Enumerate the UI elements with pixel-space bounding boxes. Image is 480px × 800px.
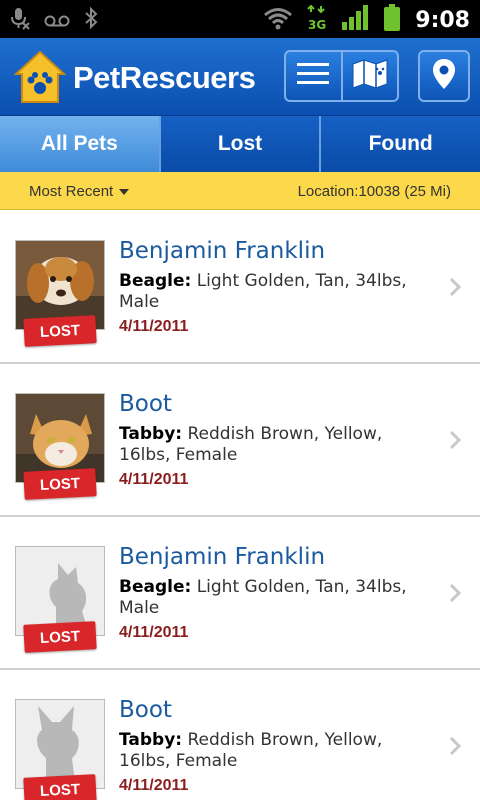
list-item[interactable]: LOST Benjamin Franklin Beagle: Light Gol… bbox=[0, 517, 480, 670]
chevron-right-icon bbox=[448, 277, 462, 297]
view-toggle-group bbox=[284, 50, 399, 102]
filter-tabs: All Pets Lost Found bbox=[0, 116, 480, 172]
pet-date: 4/11/2011 bbox=[119, 777, 189, 794]
pet-description: Tabby: Reddish Brown, Yellow, 16lbs, Fem… bbox=[119, 424, 419, 466]
pet-name: Benjamin Franklin bbox=[119, 238, 326, 264]
pet-list: LOST Benjamin Franklin Beagle: Light Gol… bbox=[0, 211, 480, 800]
svg-text:3G: 3G bbox=[308, 18, 326, 32]
pet-name: Boot bbox=[119, 391, 172, 417]
location-button[interactable] bbox=[418, 50, 470, 102]
battery-icon bbox=[383, 4, 401, 37]
tab-all-pets[interactable]: All Pets bbox=[0, 116, 161, 172]
list-item[interactable]: LOST Boot Tabby: Reddish Brown, Yellow, … bbox=[0, 364, 480, 517]
pet-breed: Beagle: bbox=[119, 577, 192, 597]
tab-found[interactable]: Found bbox=[321, 116, 480, 172]
lost-badge: LOST bbox=[23, 315, 97, 347]
location-pin-icon bbox=[432, 58, 456, 95]
wifi-icon bbox=[263, 6, 293, 35]
pet-name: Benjamin Franklin bbox=[119, 544, 326, 570]
pet-description: Beagle: Light Golden, Tan, 34lbs, Male bbox=[119, 271, 419, 313]
house-logo-icon bbox=[13, 50, 67, 104]
tab-lost[interactable]: Lost bbox=[160, 116, 322, 172]
pet-date: 4/11/2011 bbox=[119, 318, 189, 335]
filter-bar: Most Recent Location:10038 (25 Mi) bbox=[0, 172, 480, 210]
list-item[interactable]: LOST Boot Tabby: Reddish Brown, Yellow, … bbox=[0, 670, 480, 800]
chevron-right-icon bbox=[448, 583, 462, 603]
pet-name: Boot bbox=[119, 697, 172, 723]
voicemail-icon bbox=[44, 9, 70, 35]
sort-label: Most Recent bbox=[29, 183, 114, 200]
lost-badge: LOST bbox=[23, 468, 97, 500]
location-label[interactable]: Location:10038 (25 Mi) bbox=[298, 183, 451, 200]
caret-down-icon bbox=[119, 188, 130, 195]
pet-date: 4/11/2011 bbox=[119, 471, 189, 488]
status-bar: 3G 9:08 bbox=[0, 0, 480, 38]
chevron-right-icon bbox=[448, 736, 462, 756]
pet-breed: Tabby: bbox=[119, 424, 183, 444]
lost-badge: LOST bbox=[23, 774, 97, 800]
map-view-button[interactable] bbox=[340, 52, 398, 100]
app-header: PetRescuers bbox=[0, 38, 480, 116]
pet-description: Beagle: Light Golden, Tan, 34lbs, Male bbox=[119, 577, 419, 619]
lost-badge: LOST bbox=[23, 621, 97, 653]
bluetooth-icon bbox=[84, 6, 98, 37]
map-icon bbox=[352, 58, 388, 94]
pet-date: 4/11/2011 bbox=[119, 624, 189, 641]
chevron-right-icon bbox=[448, 430, 462, 450]
pet-breed: Beagle: bbox=[119, 271, 192, 291]
app-title: PetRescuers bbox=[73, 60, 256, 95]
list-view-button[interactable] bbox=[286, 52, 341, 100]
clock-time: 9:08 bbox=[415, 8, 470, 33]
signal-icon bbox=[341, 5, 369, 36]
pet-description: Tabby: Reddish Brown, Yellow, 16lbs, Fem… bbox=[119, 730, 419, 772]
list-item[interactable]: LOST Benjamin Franklin Beagle: Light Gol… bbox=[0, 211, 480, 364]
menu-icon bbox=[297, 61, 330, 92]
mic-off-icon bbox=[8, 6, 30, 37]
sort-dropdown[interactable]: Most Recent bbox=[29, 183, 130, 200]
3g-icon: 3G bbox=[307, 4, 327, 37]
pet-breed: Tabby: bbox=[119, 730, 183, 750]
